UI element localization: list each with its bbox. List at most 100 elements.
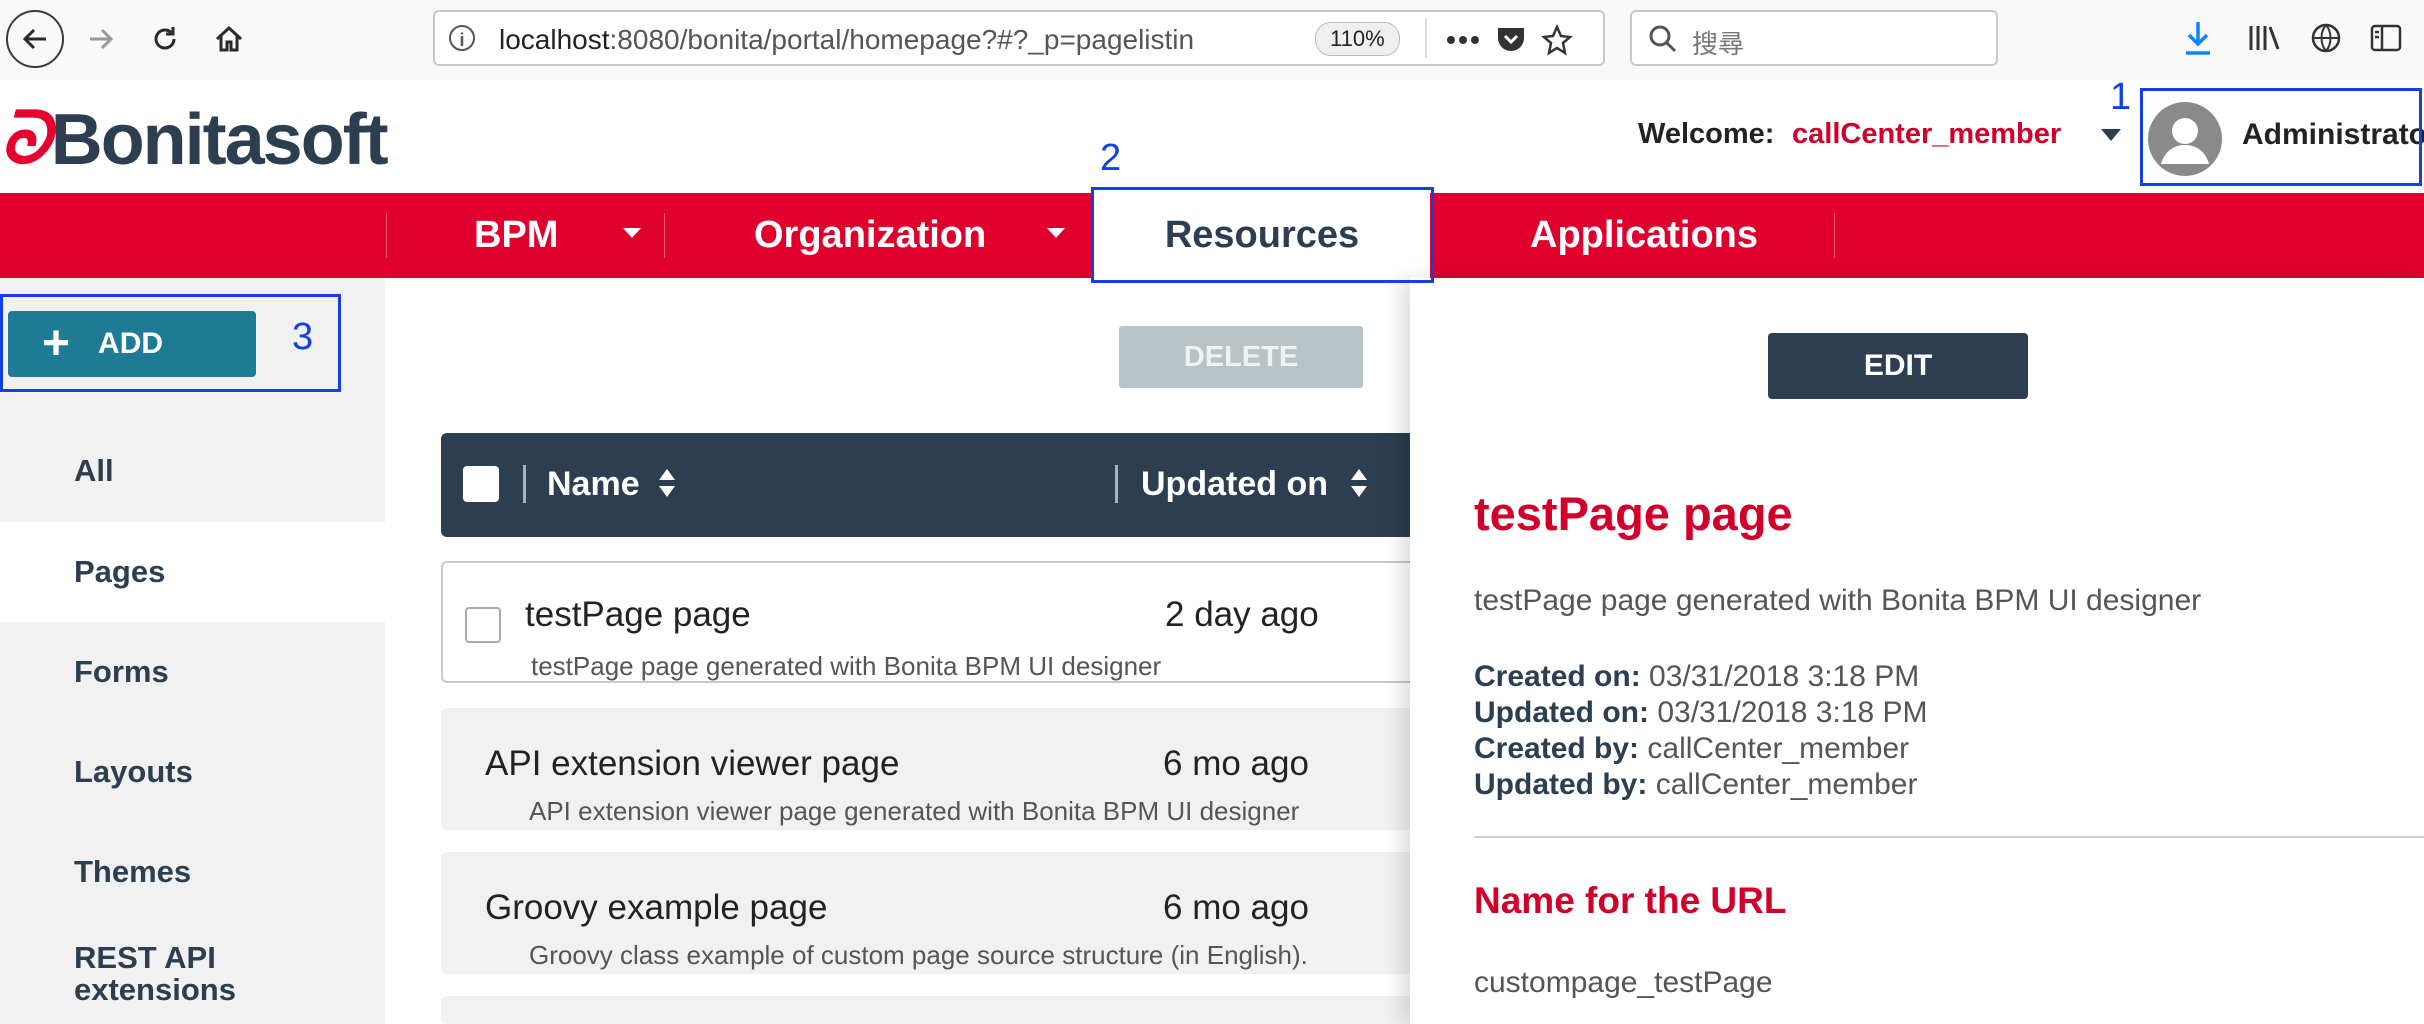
- row-checkbox[interactable]: [465, 607, 501, 643]
- chevron-down-icon[interactable]: [622, 227, 642, 239]
- address-bar[interactable]: i localhost:8080/bonita/portal/homepage?…: [433, 10, 1605, 66]
- zoom-level[interactable]: 110%: [1315, 22, 1400, 56]
- search-icon: [1649, 25, 1677, 53]
- nav-item-label: BPM: [474, 214, 559, 256]
- row-name: Groovy example page: [485, 888, 828, 927]
- annotation-box-2: [1091, 187, 1434, 283]
- back-button[interactable]: [6, 10, 64, 68]
- search-placeholder: 搜尋: [1692, 29, 1745, 59]
- sidebar-item-label: REST API extensions: [74, 940, 236, 1007]
- nav-item-label: Organization: [754, 214, 987, 256]
- chevron-down-icon[interactable]: [1046, 227, 1066, 239]
- annotation-box-1: [2140, 88, 2422, 186]
- sort-icon[interactable]: [1349, 467, 1369, 499]
- bookmark-star-icon[interactable]: [1539, 22, 1575, 58]
- meta-label: Updated by:: [1474, 768, 1648, 801]
- url-text[interactable]: localhost:8080/bonita/portal/homepage?#?…: [499, 24, 1389, 56]
- annotation-number-1: 1: [2110, 76, 2132, 118]
- home-icon: [215, 25, 243, 52]
- arrow-right-icon: [90, 28, 114, 50]
- downloads-icon[interactable]: [2178, 18, 2218, 58]
- browser-search-input[interactable]: 搜尋: [1630, 10, 1998, 66]
- edit-button[interactable]: EDIT: [1768, 333, 2028, 399]
- table-header: Name Updated on: [441, 433, 1441, 537]
- page-actions-icon[interactable]: [1445, 22, 1481, 58]
- row-description: API extension viewer page generated with…: [529, 796, 1300, 826]
- row-updated: 6 mo ago: [1163, 888, 1309, 927]
- nav-divider: [386, 213, 387, 258]
- select-all-checkbox[interactable]: [463, 466, 499, 502]
- user-menu-caret-icon[interactable]: [2100, 128, 2122, 142]
- delete-button[interactable]: DELETE: [1119, 326, 1363, 388]
- meta-updated-by: Updated by: callCenter_member: [1474, 768, 1917, 802]
- sidebar-item-all[interactable]: All: [0, 421, 385, 521]
- meta-value: callCenter_member: [1655, 768, 1918, 801]
- arrow-left-icon: [22, 28, 46, 50]
- sidebar-item-rest-api-extensions[interactable]: REST API extensions: [0, 942, 260, 1024]
- meta-label: Updated on:: [1474, 696, 1649, 729]
- annotation-number-3: 3: [292, 316, 314, 358]
- nav-item-label: Applications: [1530, 214, 1759, 256]
- table-row[interactable]: Groovy example page 6 mo ago Groovy clas…: [441, 852, 1441, 974]
- row-description: Groovy class example of custom page sour…: [529, 940, 1308, 970]
- meta-value: callCenter_member: [1647, 732, 1910, 765]
- row-updated: 6 mo ago: [1163, 744, 1309, 783]
- table-row[interactable]: API extension viewer page 6 mo ago API e…: [441, 708, 1441, 830]
- annotation-number-2: 2: [1100, 137, 1122, 179]
- nav-item-bpm[interactable]: BPM: [474, 193, 558, 278]
- sidebar-item-label: Forms: [74, 654, 169, 689]
- row-name: API extension viewer page: [485, 744, 900, 783]
- library-icon[interactable]: [2244, 18, 2284, 58]
- logo-text: Bonitasoft: [50, 100, 389, 180]
- forward-button[interactable]: [72, 10, 130, 68]
- detail-title: testPage page: [1474, 487, 1793, 540]
- detail-description: testPage page generated with Bonita BPM …: [1474, 584, 2202, 617]
- meta-updated-on: Updated on: 03/31/2018 3:18 PM: [1474, 696, 1928, 730]
- row-description: testPage page generated with Bonita BPM …: [531, 651, 1162, 681]
- urlbar-divider: [1425, 18, 1427, 58]
- row-updated: 2 day ago: [1165, 595, 1319, 634]
- pocket-icon[interactable]: [1493, 22, 1529, 58]
- divider: [1474, 836, 2424, 838]
- sidebar-item-layouts[interactable]: Layouts: [0, 722, 385, 822]
- nav-item-applications[interactable]: Applications: [1530, 193, 1758, 278]
- sidebar-item-label: Layouts: [74, 754, 193, 789]
- column-divider: [1115, 465, 1118, 503]
- table-row[interactable]: [441, 996, 1441, 1024]
- logo-mark-icon: ᘐ: [0, 99, 51, 179]
- url-name-heading: Name for the URL: [1474, 880, 1787, 921]
- sidebar-item-label: All: [74, 453, 114, 488]
- meta-created-on: Created on: 03/31/2018 3:18 PM: [1474, 660, 1919, 694]
- reload-button[interactable]: [136, 10, 194, 68]
- nav-divider: [1834, 213, 1835, 258]
- meta-created-by: Created by: callCenter_member: [1474, 732, 1909, 766]
- reload-icon: [154, 27, 176, 50]
- nav-divider: [664, 213, 665, 258]
- sidebar-item-pages[interactable]: Pages: [0, 522, 385, 622]
- row-name: testPage page: [525, 595, 751, 634]
- url-host: localhost: [499, 24, 610, 55]
- nav-item-organization[interactable]: Organization: [754, 193, 986, 278]
- annotation-box-3: [0, 294, 341, 392]
- welcome-label: Welcome:: [1638, 118, 1775, 150]
- sidebar-item-label: Pages: [74, 554, 166, 589]
- url-name-value: custompage_testPage: [1474, 966, 1773, 999]
- globe-icon[interactable]: [2306, 18, 2346, 58]
- column-divider: [523, 465, 526, 503]
- sidebar-toggle-icon[interactable]: [2366, 18, 2406, 58]
- meta-label: Created on:: [1474, 660, 1641, 693]
- sidebar-item-themes[interactable]: Themes: [0, 822, 385, 922]
- sidebar-item-forms[interactable]: Forms: [0, 622, 385, 722]
- sidebar-item-label: Themes: [74, 854, 192, 889]
- bonitasoft-logo[interactable]: ᘐ Bonitasoft: [0, 99, 389, 180]
- home-button[interactable]: [200, 10, 258, 68]
- welcome-username[interactable]: callCenter_member: [1792, 118, 2061, 151]
- column-header-updated[interactable]: Updated on: [1141, 465, 1328, 504]
- sort-icon[interactable]: [657, 467, 677, 499]
- meta-label: Created by:: [1474, 732, 1640, 765]
- site-info-icon[interactable]: i: [449, 25, 475, 51]
- table-row[interactable]: testPage page 2 day ago testPage page ge…: [441, 561, 1441, 683]
- column-header-name[interactable]: Name: [547, 465, 640, 504]
- browser-toolbar: i localhost:8080/bonita/portal/homepage?…: [0, 0, 2424, 81]
- meta-value: 03/31/2018 3:18 PM: [1649, 660, 1920, 693]
